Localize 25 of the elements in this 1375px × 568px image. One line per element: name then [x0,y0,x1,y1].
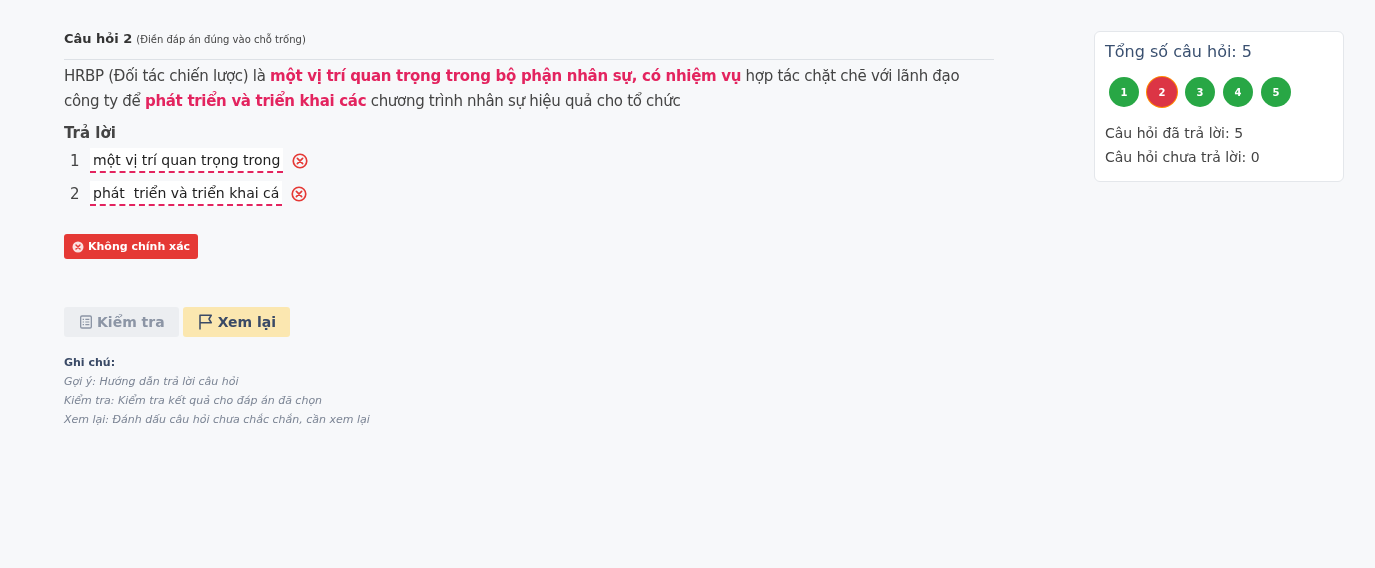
question-number[interactable]: 2 [1147,77,1177,107]
question-number[interactable]: 3 [1185,77,1215,107]
question-number[interactable]: 1 [1109,77,1139,107]
question-title: Câu hỏi 2 [64,31,133,46]
question-number[interactable]: 5 [1261,77,1291,107]
answer-field[interactable]: một vị trí quan trọng trong [90,148,284,173]
blank-number: 1 [70,151,81,170]
note-line: Gợi ý: Hướng dẫn trả lời câu hỏi [64,374,240,390]
result-label: Không chính xác [88,240,191,253]
question-number[interactable]: 4 [1223,77,1253,107]
answer-label: Trả lời [64,124,117,142]
flag-icon [196,313,215,331]
summary-title: Tổng số câu hỏi: 5 [1105,42,1253,61]
question-hint: (Điền đáp án đúng vào chỗ trống) [136,34,306,45]
checklist-icon [78,314,94,330]
notes-title: Ghi chú: [64,355,117,371]
unanswered-count: Câu hỏi chưa trả lời: 0 [1105,148,1261,167]
question-text: HRBP (Đối tác chiến lược) là một vị trí quan trọng trong bộ phận nhân sự, có nhiệm vụ hợp tác chặt chẽ với lãnh đạo công ty để phát triển và triển khai các chương trình nhân sự hiệu quả cho tổ chức [64,66,961,112]
answered-count: Câu hỏi đã trả lời: 5 [1105,124,1245,143]
note-line: Xem lại: Đánh dấu câu hỏi chưa chắc chắn, cần xem lại [64,412,371,428]
close-circle-icon [72,240,84,253]
blank-number: 2 [70,184,81,203]
review-button[interactable]: Xem lại [182,307,291,337]
note-line: Kiểm tra: Kiểm tra kết quả cho đáp án đã chọn [64,393,324,409]
answer-field[interactable]: phát triển và triển khai cá [90,181,283,206]
